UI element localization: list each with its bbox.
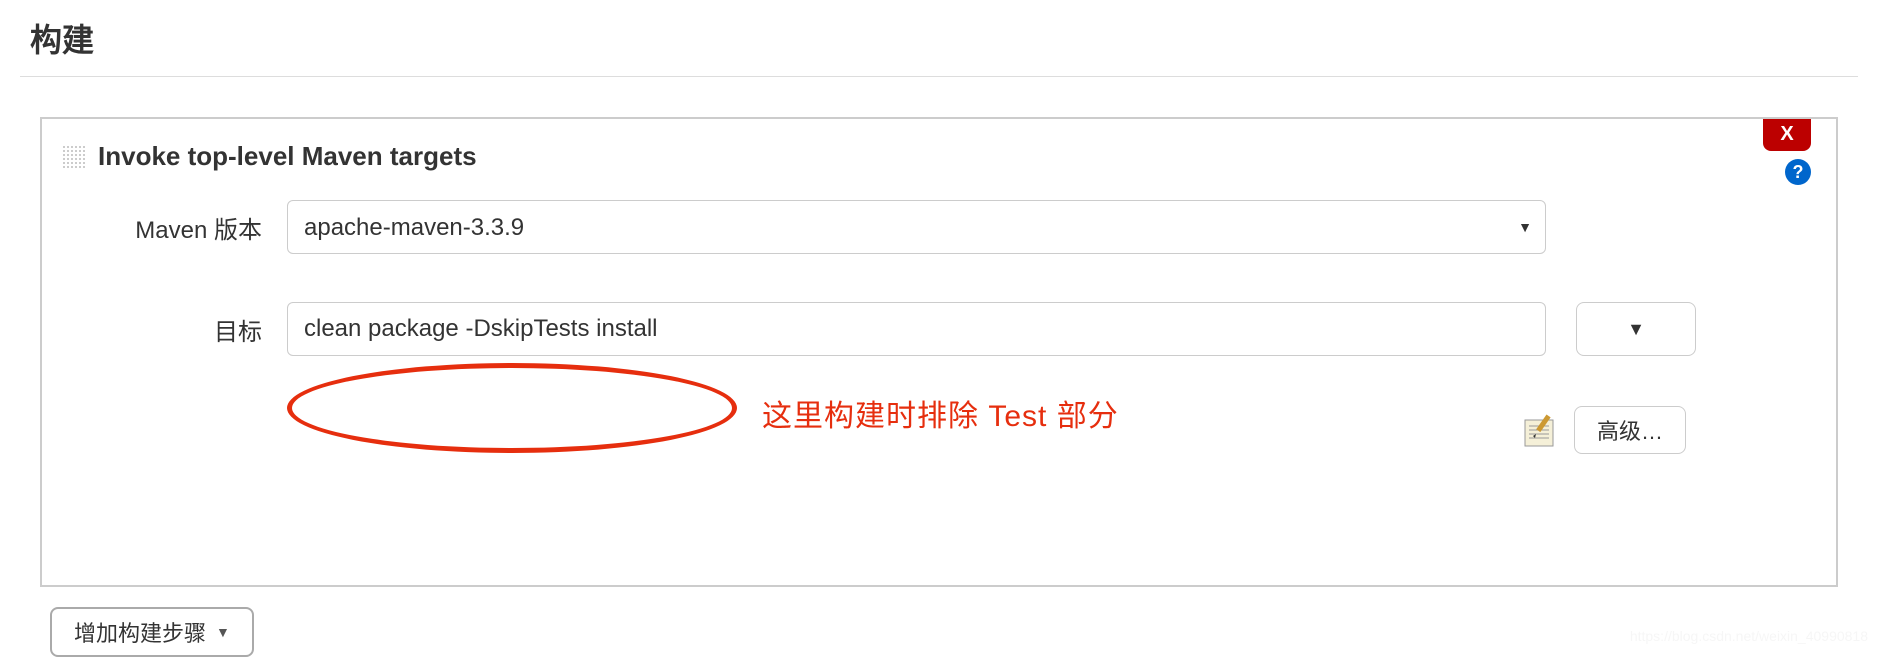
- triangle-down-icon: ▼: [1627, 319, 1645, 340]
- panel-title: Invoke top-level Maven targets: [98, 141, 477, 172]
- watermark: https://blog.csdn.net/weixin_40990818: [1630, 628, 1868, 644]
- maven-version-select[interactable]: apache-maven-3.3.9: [287, 200, 1546, 254]
- panel-header: Invoke top-level Maven targets: [42, 119, 1836, 182]
- section-divider: [20, 76, 1858, 77]
- chevron-down-icon: ▼: [216, 624, 230, 640]
- maven-version-row: Maven 版本 apache-maven-3.3.9 ▼: [42, 182, 1836, 272]
- goals-input[interactable]: [287, 302, 1546, 356]
- maven-version-label: Maven 版本: [62, 200, 287, 245]
- goals-row: 目标 ▼: [42, 272, 1836, 366]
- expand-button[interactable]: ▼: [1576, 302, 1696, 356]
- notepad-icon: [1519, 410, 1559, 450]
- add-build-step-button[interactable]: 增加构建步骤 ▼: [50, 607, 254, 657]
- advanced-row: 高级…: [42, 366, 1836, 474]
- goals-input-wrapper: [287, 302, 1546, 356]
- maven-version-select-wrapper: apache-maven-3.3.9 ▼: [287, 200, 1546, 254]
- advanced-button[interactable]: 高级…: [1574, 406, 1686, 454]
- section-title: 构建: [0, 0, 1878, 71]
- add-build-step-label: 增加构建步骤: [74, 616, 206, 648]
- build-step-panel: X ? Invoke top-level Maven targets Maven…: [40, 117, 1838, 587]
- goals-label: 目标: [62, 302, 287, 347]
- drag-handle-icon[interactable]: [62, 145, 86, 169]
